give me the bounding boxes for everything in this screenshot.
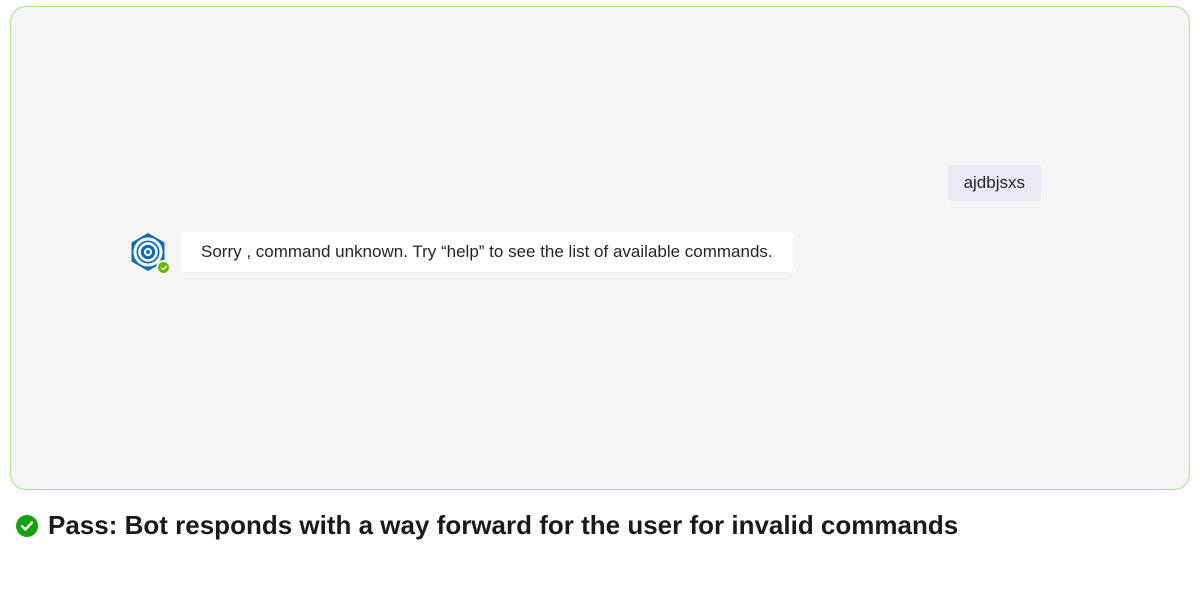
bot-message-bubble: Sorry , command unknown. Try “help” to s… xyxy=(181,232,793,272)
presence-available-icon xyxy=(156,260,171,275)
pass-check-icon xyxy=(16,515,38,537)
bot-message-row: Sorry , command unknown. Try “help” to s… xyxy=(127,231,793,273)
bot-avatar xyxy=(127,231,169,273)
caption-text: Pass: Bot responds with a way forward fo… xyxy=(48,508,958,543)
user-message-text: ajdbjsxs xyxy=(964,173,1025,192)
bot-message-text: Sorry , command unknown. Try “help” to s… xyxy=(201,242,773,261)
chat-panel: ajdbjsxs Sorry , command unknown. Try “h… xyxy=(10,6,1190,490)
user-message-bubble: ajdbjsxs xyxy=(948,165,1041,201)
caption-row: Pass: Bot responds with a way forward fo… xyxy=(16,508,1176,543)
